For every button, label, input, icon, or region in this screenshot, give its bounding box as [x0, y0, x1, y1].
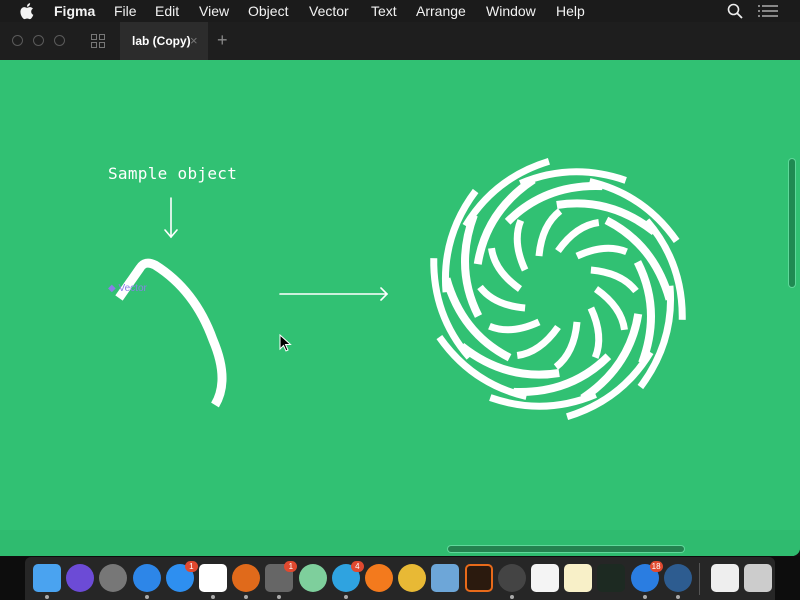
- menu-file[interactable]: File: [114, 3, 137, 19]
- dock-running-indicator: [211, 595, 215, 599]
- design-canvas[interactable]: Sample object ◆ Vector: [0, 60, 800, 556]
- horizontal-scrollbar[interactable]: [448, 546, 684, 552]
- dock-safari-icon[interactable]: [132, 564, 161, 592]
- notification-center-icon[interactable]: [758, 5, 778, 17]
- pattern-arc-copy: [633, 260, 655, 365]
- dock-badge: 1: [184, 561, 198, 572]
- new-tab-plus-icon[interactable]: +: [217, 30, 228, 51]
- dock-chrome-icon[interactable]: [398, 564, 427, 592]
- menu-window[interactable]: Window: [486, 3, 536, 19]
- dock-vk-icon[interactable]: 18: [630, 561, 663, 592]
- vertical-scrollbar[interactable]: [789, 159, 795, 287]
- dock-siri-icon[interactable]: [66, 564, 95, 592]
- pattern-arc-copy: [580, 313, 643, 402]
- dock-textedit-icon[interactable]: [531, 564, 559, 592]
- dock-preview-icon[interactable]: [431, 564, 460, 592]
- dock-activity-monitor-icon[interactable]: [597, 564, 626, 592]
- dock-atom-icon[interactable]: [298, 564, 327, 592]
- dock-music-player-icon[interactable]: [497, 564, 526, 592]
- dock-badge: 18: [649, 561, 663, 572]
- pattern-arc-copy: [555, 219, 600, 254]
- dock: 1 1 4 18: [25, 557, 775, 600]
- pattern-arc-copy: [513, 219, 529, 272]
- dock-launchpad-icon[interactable]: [99, 564, 128, 592]
- pattern-arc-copy: [519, 168, 627, 187]
- menu-arrange[interactable]: Arrange: [416, 3, 466, 19]
- canvas-drawing: [115, 157, 686, 421]
- dock-badge: 1: [284, 561, 298, 572]
- menu-app-figma[interactable]: Figma: [54, 3, 95, 19]
- dock-running-indicator: [642, 595, 647, 599]
- tab-lab-copy[interactable]: lab (Copy) ×: [120, 22, 208, 60]
- dock-app-store-icon[interactable]: 1: [165, 561, 198, 592]
- pattern-arc-copy: [587, 306, 603, 359]
- pattern-arc-copy: [637, 285, 675, 390]
- pattern-arc-copy: [473, 176, 536, 265]
- canvas-bottom-strip: [0, 530, 800, 556]
- right-arrow: [279, 287, 389, 301]
- dock-quicktime-player-icon[interactable]: [663, 564, 692, 592]
- mouse-cursor-icon: [279, 334, 292, 352]
- menu-view[interactable]: View: [199, 3, 229, 19]
- dock-adobe-illustrator-icon[interactable]: [464, 564, 493, 592]
- pattern-arc-copy: [441, 188, 479, 293]
- dock-running-indicator: [277, 595, 282, 599]
- pattern-arc-copy: [516, 324, 561, 359]
- pattern-arc-copy: [593, 286, 628, 331]
- selection-type-label: Vector: [118, 283, 147, 294]
- tab-close-icon[interactable]: ×: [190, 33, 198, 48]
- dock-running-indicator: [45, 595, 49, 599]
- dock-badge: 4: [350, 561, 364, 572]
- pattern-arc-copy: [436, 335, 528, 400]
- dock-running-indicator: [244, 595, 249, 599]
- dock-google-play-music-icon[interactable]: [232, 564, 261, 592]
- menu-object[interactable]: Object: [248, 3, 288, 19]
- pattern-arc-copy: [575, 244, 628, 260]
- spotlight-search-icon[interactable]: [727, 3, 743, 19]
- window-zoom-button[interactable]: [54, 35, 65, 46]
- down-arrow: [164, 197, 178, 239]
- window-minimize-button[interactable]: [33, 35, 44, 46]
- dock-trash-icon[interactable]: [744, 564, 773, 592]
- window-close-button[interactable]: [12, 35, 23, 46]
- dock-running-indicator: [144, 595, 149, 599]
- dock-running-indicator: [343, 595, 348, 599]
- dock-separator: [699, 563, 700, 595]
- menu-help[interactable]: Help: [556, 3, 585, 19]
- dock-notes-icon[interactable]: [564, 564, 593, 592]
- file-browser-grid-icon[interactable]: [91, 34, 105, 48]
- pattern-arc-copy: [461, 213, 483, 318]
- dock-running-indicator: [675, 595, 680, 599]
- dock-firefox-icon[interactable]: [365, 564, 393, 592]
- figma-tab-bar: lab (Copy) × +: [0, 22, 800, 60]
- menu-edit[interactable]: Edit: [155, 3, 179, 19]
- apple-icon[interactable]: [20, 2, 36, 20]
- vector-diamond-icon: ◆: [108, 283, 116, 294]
- menu-bar: Figma File Edit View Object Vector Text …: [0, 0, 800, 22]
- dock-archive-icon[interactable]: [711, 564, 739, 592]
- dock-running-indicator: [509, 595, 514, 599]
- menu-text[interactable]: Text: [371, 3, 397, 19]
- rotated-pattern-result[interactable]: [430, 157, 686, 421]
- dock-system-preferences-icon[interactable]: 1: [265, 561, 298, 592]
- pattern-arc-copy: [489, 391, 597, 410]
- dock-figma-icon[interactable]: [199, 564, 227, 592]
- dock-finder-icon[interactable]: [33, 564, 61, 592]
- selection-type-tag: ◆ Vector: [108, 283, 147, 294]
- dock-telegram-icon[interactable]: 4: [331, 561, 364, 592]
- tab-label: lab (Copy): [132, 34, 191, 48]
- pattern-arc-copy: [488, 247, 523, 292]
- menu-vector[interactable]: Vector: [309, 3, 349, 19]
- sample-object-label: Sample object: [108, 164, 238, 183]
- pattern-arc-copy: [588, 178, 680, 243]
- pattern-arc-copy: [488, 318, 541, 334]
